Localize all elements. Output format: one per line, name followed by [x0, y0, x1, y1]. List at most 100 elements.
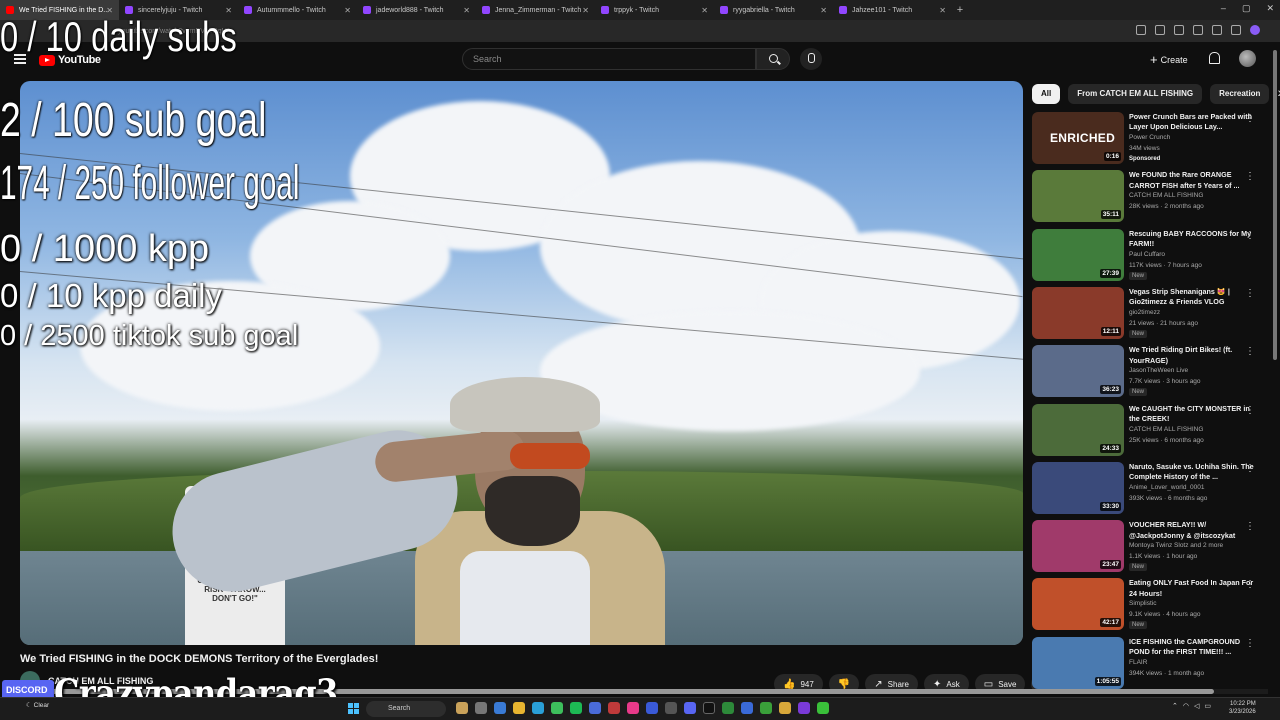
tab-close-icon[interactable]: ✕ [582, 6, 589, 15]
task-view-icon[interactable] [475, 702, 487, 714]
file-explorer-icon[interactable] [513, 702, 525, 714]
recommended-title[interactable]: Power Crunch Bars are Packed with Layer … [1129, 112, 1255, 133]
recommended-channel[interactable]: Power Crunch [1129, 134, 1170, 141]
app-icon[interactable] [589, 702, 601, 714]
video-thumbnail[interactable]: 27:39 [1032, 228, 1124, 281]
video-thumbnail[interactable]: 36:23 [1032, 345, 1124, 398]
taskbar-clock[interactable]: 10:22 PM 3/23/2026 [1229, 700, 1256, 716]
xbox-icon[interactable] [760, 702, 772, 714]
browser-tab[interactable]: trppyk - Twitch ✕ [595, 0, 714, 20]
video-thumbnail[interactable]: ENRICHED 0:16 [1032, 112, 1124, 164]
chevron-up-icon[interactable]: ⌃ [1172, 702, 1178, 710]
recommended-title[interactable]: We FOUND the Rare ORANGE CARROT FISH aft… [1129, 170, 1255, 191]
video-thumbnail[interactable]: 42:17 [1032, 578, 1124, 631]
video-thumbnail[interactable]: 12:11 [1032, 286, 1124, 339]
voice-search-icon[interactable] [800, 48, 822, 70]
recommended-channel[interactable]: FLAIR [1129, 659, 1147, 666]
maximize-icon[interactable]: ▢ [1242, 3, 1251, 14]
account-avatar[interactable] [1239, 50, 1256, 67]
browser-profile-icon[interactable] [1250, 25, 1260, 35]
video-thumbnail[interactable]: 35:11 [1032, 170, 1124, 223]
spotify-icon[interactable] [570, 702, 582, 714]
recommended-video[interactable]: 33:30 Naruto, Sasuke vs. Uchiha Shin. The… [1032, 461, 1270, 518]
more-options-icon[interactable]: ⋮ [1245, 171, 1255, 182]
notifications-bell-icon[interactable] [1209, 52, 1220, 64]
recommended-video[interactable]: 24:33 We CAUGHT the CITY MONSTER in the C… [1032, 403, 1270, 460]
filter-chip[interactable]: From CATCH EM ALL FISHING [1068, 84, 1203, 104]
chrome-icon[interactable] [551, 702, 563, 714]
copilot-icon[interactable] [494, 702, 506, 714]
recommended-channel[interactable]: JasonTheWeen Live [1129, 367, 1188, 374]
more-options-icon[interactable]: ⋮ [1245, 113, 1255, 124]
more-options-icon[interactable]: ⋮ [1245, 346, 1255, 357]
zoom-icon[interactable] [1155, 25, 1165, 35]
recommended-channel[interactable]: CATCH EM ALL FISHING [1129, 192, 1203, 199]
video-thumbnail[interactable]: 1:05:55 [1032, 636, 1124, 689]
recommended-title[interactable]: We CAUGHT the CITY MONSTER in the CREEK! [1129, 404, 1255, 425]
windows-start-icon[interactable] [348, 703, 359, 714]
search-button[interactable] [756, 48, 790, 70]
filter-chip[interactable]: All [1032, 84, 1061, 104]
more-options-icon[interactable]: ⋮ [1245, 405, 1255, 416]
tab-close-icon[interactable]: ✕ [701, 6, 708, 15]
video-thumbnail[interactable]: 24:33 [1032, 403, 1124, 456]
edge-icon[interactable] [532, 702, 544, 714]
taskbar-app-icon[interactable] [456, 702, 468, 714]
taskbar-search[interactable]: Search [366, 701, 446, 717]
more-options-icon[interactable]: ⋮ [1245, 230, 1255, 241]
minecraft-icon[interactable] [817, 702, 829, 714]
minimize-icon[interactable]: – [1221, 3, 1226, 14]
tab-close-icon[interactable]: ✕ [939, 6, 946, 15]
recommended-title[interactable]: Vegas Strip Shenanigans 😻 | Gio2timezz &… [1129, 287, 1255, 308]
recommended-channel[interactable]: Paul Cuffaro [1129, 251, 1165, 258]
browser-tab[interactable]: Jenna_Zimmerman - Twitch ✕ [476, 0, 595, 20]
tab-close-icon[interactable]: ✕ [463, 6, 470, 15]
recommended-channel[interactable]: gio2timezz [1129, 309, 1160, 316]
more-options-icon[interactable]: ⋮ [1245, 288, 1255, 299]
tab-close-icon[interactable]: ✕ [820, 6, 827, 15]
app-icon[interactable] [798, 702, 810, 714]
kick-icon[interactable] [703, 702, 715, 714]
app-icon[interactable] [741, 702, 753, 714]
video-thumbnail[interactable]: 33:30 [1032, 461, 1124, 514]
browser-tab[interactable]: Jahzee101 - Twitch ✕ [833, 0, 952, 20]
recommended-video[interactable]: ENRICHED 0:16 Power Crunch Bars are Packed… [1032, 112, 1270, 168]
recommended-channel[interactable]: CATCH EM ALL FISHING [1129, 426, 1203, 433]
recommended-title[interactable]: VOUCHER RELAY!! W/ @JackpotJonny & @itsc… [1129, 520, 1255, 541]
recommended-title[interactable]: We Tried Riding Dirt Bikes! (ft. YourRAG… [1129, 345, 1255, 366]
recommended-title[interactable]: Naruto, Sasuke vs. Uchiha Shin. The Comp… [1129, 462, 1255, 483]
close-window-icon[interactable]: ✕ [1266, 3, 1274, 14]
recommended-video[interactable]: 42:17 Eating ONLY Fast Food In Japan For … [1032, 578, 1270, 634]
more-options-icon[interactable]: ⋮ [1245, 521, 1255, 532]
app-icon[interactable] [779, 702, 791, 714]
app-icon[interactable] [646, 702, 658, 714]
recommended-channel[interactable]: Anime_Lover_world_0001 [1129, 484, 1205, 491]
new-tab-icon[interactable]: + [952, 4, 968, 16]
recommended-video[interactable]: 27:39 Rescuing BABY RACCOONS for My FARM!… [1032, 228, 1270, 285]
wifi-icon[interactable]: ◠ [1183, 702, 1189, 710]
recommended-video[interactable]: 12:11 Vegas Strip Shenanigans 😻 | Gio2tim… [1032, 286, 1270, 343]
recommended-channel[interactable]: Simplistic [1129, 600, 1156, 607]
recommended-video[interactable]: 23:47 VOUCHER RELAY!! W/ @JackpotJonny & … [1032, 520, 1270, 576]
browser-tab[interactable]: jadeworld888 - Twitch ✕ [357, 0, 476, 20]
filter-chip[interactable]: Recreation [1210, 84, 1270, 104]
app-icon[interactable] [665, 702, 677, 714]
browser-tab[interactable]: ryygabriella - Twitch ✕ [714, 0, 833, 20]
bookmark-icon[interactable] [1174, 25, 1184, 35]
recommended-title[interactable]: Rescuing BABY RACCOONS for My FARM!! [1129, 229, 1255, 250]
tab-close-icon[interactable]: ✕ [344, 6, 351, 15]
recommended-title[interactable]: Eating ONLY Fast Food In Japan For 24 Ho… [1129, 578, 1255, 599]
extensions-icon[interactable] [1136, 25, 1146, 35]
browser-tab[interactable]: Autummmello - Twitch ✕ [238, 0, 357, 20]
tiktok-icon[interactable] [627, 702, 639, 714]
create-button[interactable]: + Create [1150, 52, 1188, 67]
sidebar-icon[interactable] [1212, 25, 1222, 35]
puzzle-icon[interactable] [1193, 25, 1203, 35]
discord-icon[interactable] [684, 702, 696, 714]
more-options-icon[interactable]: ⋮ [1245, 463, 1255, 474]
video-thumbnail[interactable]: 23:47 [1032, 520, 1124, 573]
more-options-icon[interactable]: ⋮ [1245, 579, 1255, 590]
recommended-video[interactable]: 36:23 We Tried Riding Dirt Bikes! (ft. Yo… [1032, 345, 1270, 401]
download-icon[interactable] [1231, 25, 1241, 35]
vertical-scrollbar[interactable] [1273, 50, 1277, 360]
